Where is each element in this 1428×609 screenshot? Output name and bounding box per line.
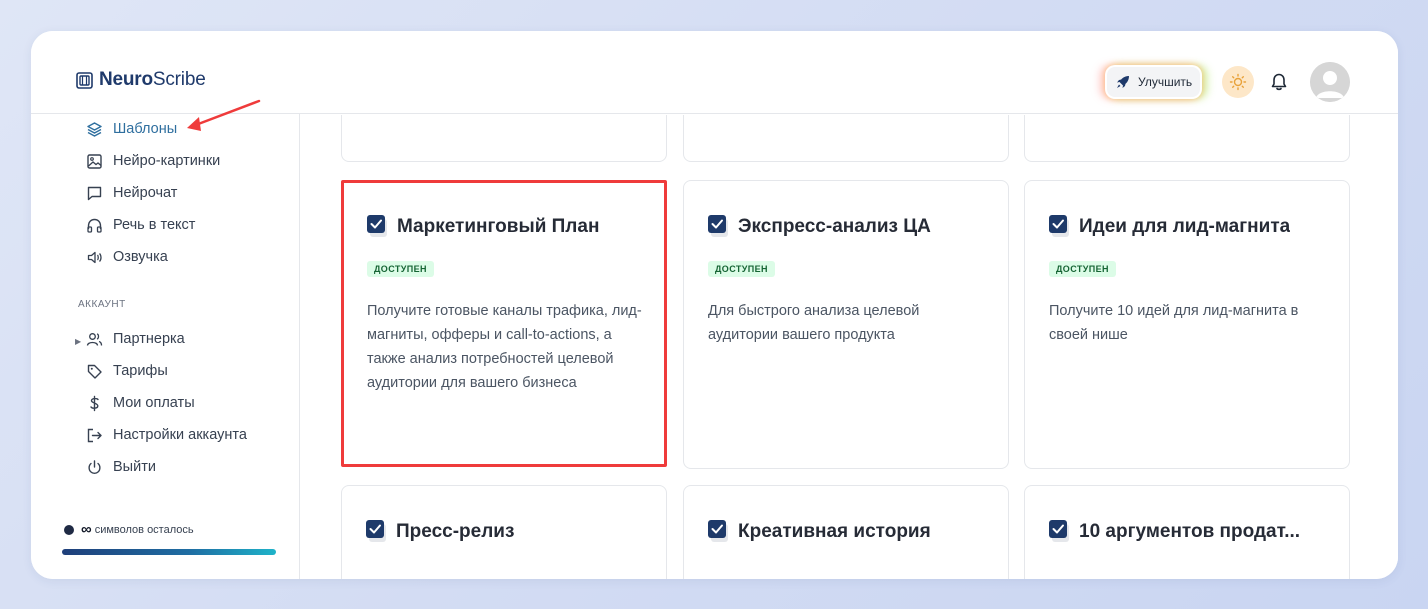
sun-icon (1229, 73, 1247, 91)
upgrade-button[interactable]: Улучшить (1107, 67, 1201, 97)
users-icon (86, 332, 103, 346)
checkbox-icon (1049, 520, 1069, 542)
card-title: 10 аргументов продат... (1049, 520, 1300, 544)
card-title: Экспресс-анализ ЦА (708, 215, 931, 239)
checkbox-icon (367, 215, 387, 237)
card-description: Получите готовые каналы трафика, лид-маг… (367, 303, 642, 391)
status-badge: доступен (367, 261, 434, 277)
checkbox-icon (708, 520, 728, 542)
rocket-icon (1117, 76, 1129, 88)
card-title: Идеи для лид-магнита (1049, 215, 1290, 239)
sidebar-item-logout[interactable]: Выйти (86, 455, 156, 479)
dollar-icon (90, 395, 99, 411)
checkbox-icon (1049, 215, 1069, 237)
logout-arrow-icon (87, 428, 102, 442)
infinity-symbol: ∞ (81, 521, 92, 538)
status-badge: доступен (1049, 261, 1116, 277)
template-card-partial[interactable] (1024, 115, 1350, 162)
card-description: Для быстрого анализа целевой аудитории в… (708, 303, 920, 343)
sidebar-item-voiceover[interactable]: Озвучка (86, 245, 168, 269)
user-avatar-icon (1310, 62, 1350, 102)
template-card-marketing-plan[interactable]: Маркетинговый План доступен Получите гот… (341, 180, 667, 467)
template-card-audience-analysis[interactable]: Экспресс-анализ ЦА доступен Для быстрого… (683, 180, 1009, 469)
template-card-partial[interactable] (341, 115, 667, 162)
status-dot (64, 524, 74, 535)
sidebar-item-templates[interactable]: Шаблоны (86, 117, 177, 141)
image-icon (87, 153, 102, 169)
speaker-icon (87, 251, 102, 263)
account-section-label: аккаунт (78, 299, 126, 310)
sidebar-item-partner[interactable]: Партнерка (86, 327, 185, 351)
template-card-sales-arguments[interactable]: 10 аргументов продат... (1024, 485, 1350, 579)
annotation-arrow (187, 99, 261, 131)
app-window: NeuroScribe Улучшить Шаблоны Нейро-карти… (31, 31, 1398, 579)
headphones-icon (87, 218, 102, 233)
checkbox-icon (708, 215, 728, 237)
logo-text: NeuroScribe (99, 69, 206, 90)
chat-icon (87, 186, 102, 200)
sidebar-item-account-settings[interactable]: Настройки аккаунта (86, 423, 247, 447)
template-card-lead-magnet-ideas[interactable]: Идеи для лид-магнита доступен Получите 1… (1024, 180, 1350, 469)
template-card-partial[interactable] (683, 115, 1009, 162)
sidebar-item-payments[interactable]: Мои оплаты (86, 391, 195, 415)
expand-caret-icon[interactable]: ▶ (75, 337, 81, 346)
layers-icon (87, 121, 102, 137)
sidebar-item-chat[interactable]: Нейрочат (86, 181, 177, 205)
template-card-creative-story[interactable]: Креативная история (683, 485, 1009, 579)
avatar[interactable] (1310, 62, 1350, 102)
sidebar-item-speech-to-text[interactable]: Речь в текст (86, 213, 195, 237)
card-description: Получите 10 идей для лид-магнита в своей… (1049, 303, 1299, 343)
templates-grid: Маркетинговый План доступен Получите гот… (301, 115, 1398, 579)
sidebar-item-tariffs[interactable]: Тарифы (86, 359, 168, 383)
template-card-press-release[interactable]: Пресс-релиз (341, 485, 667, 579)
card-title: Маркетинговый План (367, 215, 599, 239)
bell-icon[interactable] (1269, 72, 1289, 92)
credits-text: символов осталось (94, 523, 194, 536)
checkbox-icon (366, 520, 386, 542)
logo[interactable]: NeuroScribe (76, 69, 206, 91)
sidebar: Шаблоны Нейро-картинки Нейрочат Речь в т… (31, 114, 300, 579)
logo-icon (76, 71, 93, 89)
tag-icon (87, 364, 102, 379)
credits-progress-bar (62, 549, 276, 555)
status-badge: доступен (708, 261, 775, 277)
credits-remaining: ∞ символов осталось (64, 521, 194, 538)
power-icon (88, 459, 101, 474)
upgrade-label: Улучшить (1138, 75, 1193, 89)
theme-toggle-button[interactable] (1222, 66, 1254, 98)
card-title: Пресс-релиз (366, 520, 514, 544)
card-title: Креативная история (708, 520, 931, 544)
